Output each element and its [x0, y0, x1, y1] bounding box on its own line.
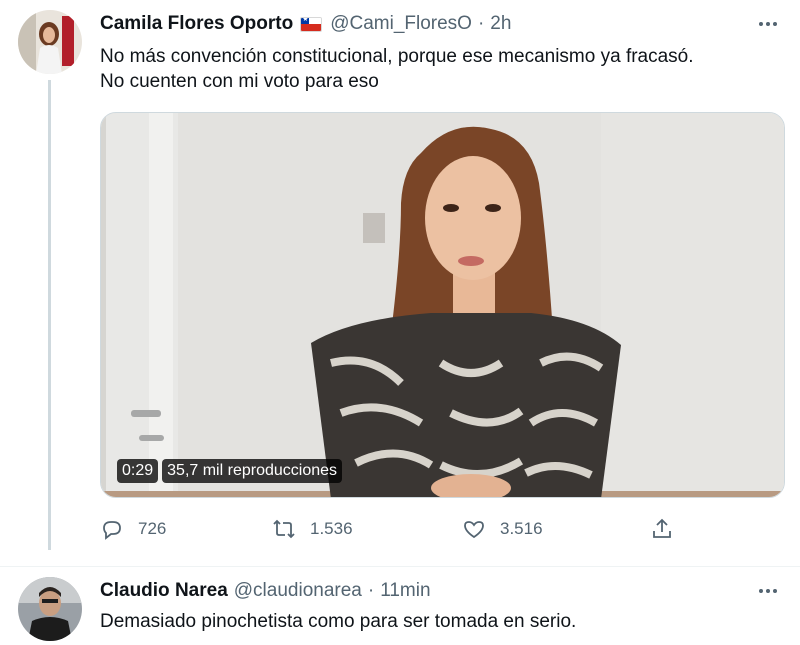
tweet-header: Claudio Narea @claudionarea · 11min: [100, 579, 740, 603]
avatar-camila[interactable]: [18, 10, 82, 74]
tweet-text: Demasiado pinochetista como para ser tom…: [100, 611, 577, 632]
display-name[interactable]: Camila Flores Oporto: [100, 13, 293, 35]
tweet-text: No más convención constitucional, porque…: [100, 44, 770, 94]
video-player[interactable]: 0:29 35,7 mil reproducciones: [100, 112, 785, 498]
user-handle[interactable]: @claudionarea: [234, 580, 362, 602]
more-options-icon[interactable]: [756, 14, 780, 34]
reply-icon: [103, 521, 121, 540]
tweet-camila[interactable]: Camila Flores Oporto ★ @Cami_FloresO · 2…: [0, 0, 800, 558]
user-handle[interactable]: @Cami_FloresO: [330, 13, 472, 35]
avatar-claudio[interactable]: [18, 577, 82, 641]
tweet-claudio[interactable]: Claudio Narea @claudionarea · 11min Dema…: [0, 566, 800, 645]
thread-line: [48, 80, 51, 550]
timestamp[interactable]: 11min: [380, 580, 430, 602]
separator: ·: [477, 13, 485, 34]
tweet-header: Camila Flores Oporto ★ @Cami_FloresO · 2…: [100, 12, 740, 36]
more-options-icon[interactable]: [756, 581, 780, 601]
retweet-button[interactable]: 1.536: [272, 517, 353, 541]
chile-flag-icon: ★: [300, 16, 323, 32]
share-button[interactable]: [650, 517, 674, 541]
tweet-text-line-2: No cuenten con mi voto para eso: [100, 71, 379, 92]
heart-icon: [464, 521, 484, 539]
retweet-icon: [273, 519, 295, 539]
video-info: 0:29 35,7 mil reproducciones: [117, 459, 343, 483]
timestamp[interactable]: 2h: [490, 13, 511, 35]
retweet-count: 1.536: [310, 519, 353, 538]
like-count: 3.516: [500, 519, 543, 538]
share-icon: [653, 518, 671, 538]
video-duration: 0:29: [117, 459, 159, 483]
like-button[interactable]: 3.516: [462, 517, 543, 541]
tweet-text-line-1: No más convención constitucional, porque…: [100, 46, 694, 67]
display-name[interactable]: Claudio Narea: [100, 580, 228, 602]
reply-count: 726: [138, 519, 167, 538]
tweet-actions: 726 1.536 3.516: [100, 517, 800, 547]
video-views: 35,7 mil reproducciones: [162, 459, 343, 483]
separator: ·: [367, 580, 375, 601]
reply-button[interactable]: 726: [100, 517, 166, 541]
